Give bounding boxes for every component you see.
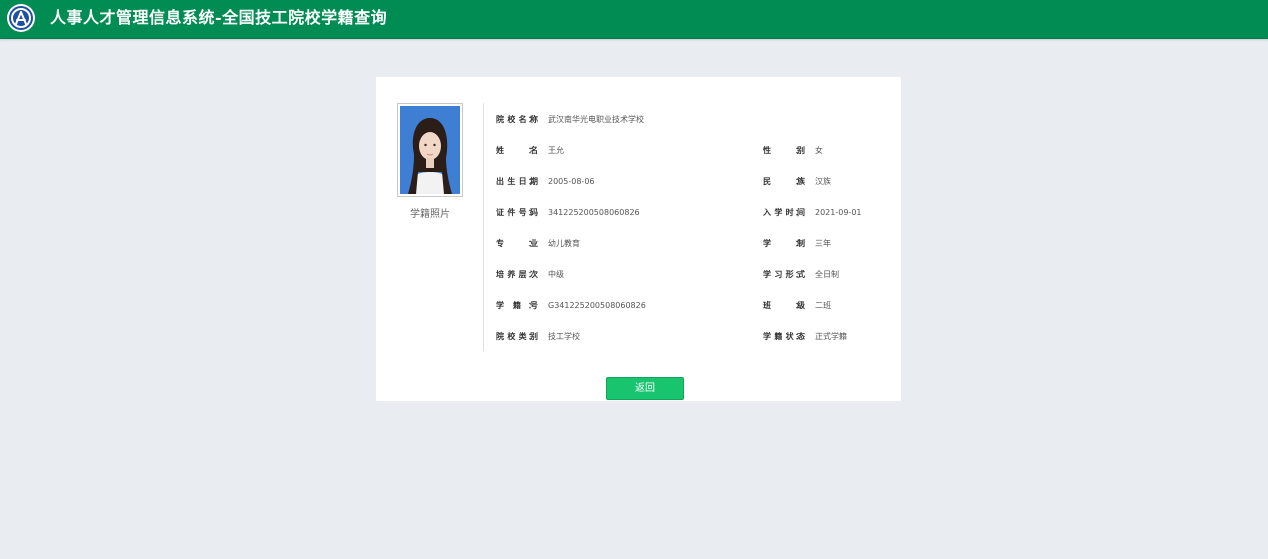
field-value: 2021-09-01 xyxy=(815,208,862,217)
top-header-bar: 人事人才管理信息系统-全国技工院校学籍查询 xyxy=(0,0,1268,39)
field-colon: ： xyxy=(528,177,536,186)
field-colon: ： xyxy=(528,115,536,124)
field-value: 幼儿教育 xyxy=(548,239,580,248)
field-colon: ： xyxy=(528,332,536,341)
field-colon: ： xyxy=(528,270,536,279)
field-value: 武汉南华光电职业技术学校 xyxy=(548,115,644,124)
field-colon: ： xyxy=(795,332,803,341)
field-colon: ： xyxy=(795,301,803,310)
field-colon: ： xyxy=(795,177,803,186)
photo-caption: 学籍照片 xyxy=(410,209,450,220)
student-record-card: 学籍照片 院校名称 ： 武汉南华光电职业技术学校 姓名 ： 王允 性别 ： 女 … xyxy=(376,77,901,401)
field-value: 技工学校 xyxy=(548,332,580,341)
field-value: 341225200508060826 xyxy=(548,208,640,217)
back-button[interactable]: 返回 xyxy=(606,377,684,400)
field-value: 2005-08-06 xyxy=(548,177,595,186)
field-colon: ： xyxy=(795,146,803,155)
field-colon: ： xyxy=(528,208,536,217)
field-value: 三年 xyxy=(815,239,831,248)
field-value: 二班 xyxy=(815,301,831,310)
field-colon: ： xyxy=(528,146,536,155)
field-colon: ： xyxy=(795,208,803,217)
app-title: 人事人才管理信息系统-全国技工院校学籍查询 xyxy=(50,8,388,27)
field-value: 正式学籍 xyxy=(815,332,847,341)
field-value: 王允 xyxy=(548,146,564,155)
field-colon: ： xyxy=(528,239,536,248)
field-value: 女 xyxy=(815,146,823,155)
field-colon: ： xyxy=(795,239,803,248)
field-value: 汉族 xyxy=(815,177,831,186)
field-colon: ： xyxy=(795,270,803,279)
student-photo xyxy=(400,106,460,194)
field-value: G341225200508060826 xyxy=(548,301,646,310)
field-value: 全日制 xyxy=(815,270,839,279)
vertical-divider xyxy=(483,103,484,351)
student-photo-frame xyxy=(397,103,463,197)
field-value: 中级 xyxy=(548,270,564,279)
field-colon: ： xyxy=(528,301,536,310)
system-logo-icon xyxy=(7,4,35,32)
